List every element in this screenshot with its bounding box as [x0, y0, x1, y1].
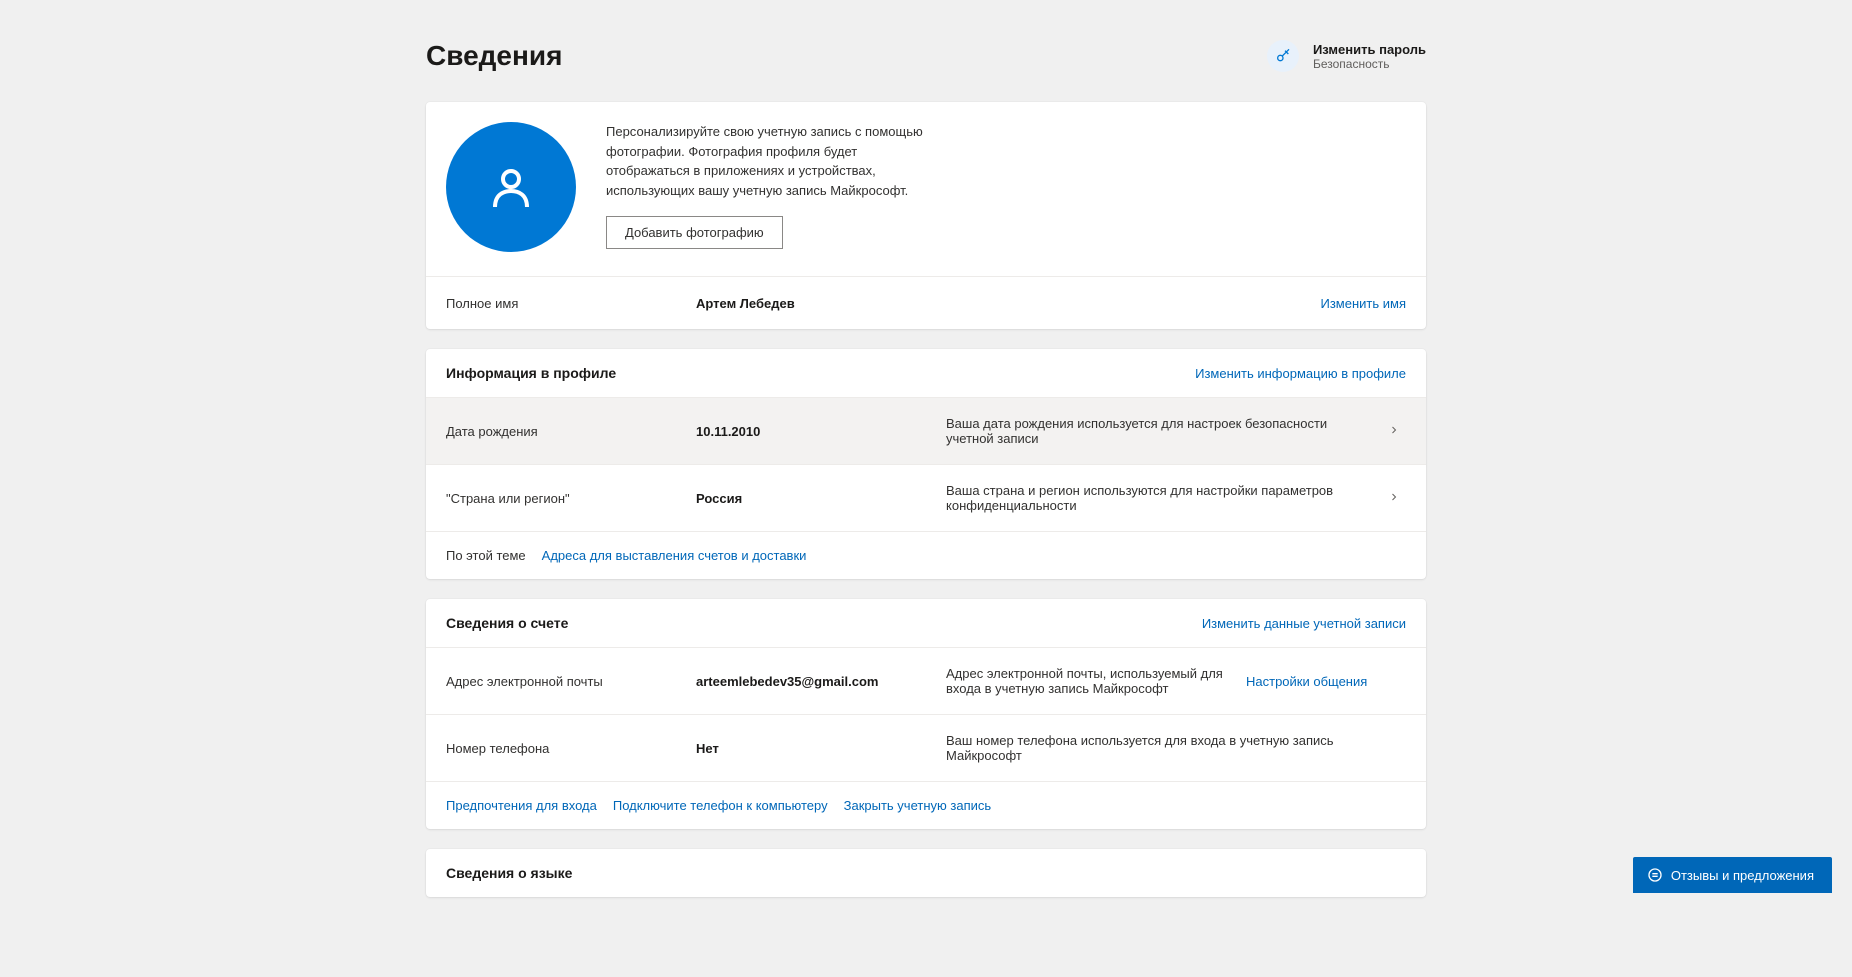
change-password-link[interactable]: Изменить пароль Безопасность	[1267, 40, 1426, 72]
region-row[interactable]: "Страна или регион" Россия Ваша страна и…	[426, 465, 1426, 532]
close-account-link[interactable]: Закрыть учетную запись	[844, 798, 992, 813]
billing-addresses-link[interactable]: Адреса для выставления счетов и доставки	[542, 548, 807, 563]
photo-description: Персонализируйте свою учетную запись с п…	[606, 122, 936, 200]
profile-footer-label: По этой теме	[446, 548, 526, 563]
dob-value: 10.11.2010	[696, 424, 946, 439]
avatar	[446, 122, 576, 252]
email-desc: Адрес электронной почты, используемый дл…	[946, 666, 1246, 696]
phone-label: Номер телефона	[446, 741, 696, 756]
email-value: arteemlebedev35@gmail.com	[696, 674, 946, 689]
profile-info-card: Информация в профиле Изменить информацию…	[426, 349, 1426, 579]
full-name-label: Полное имя	[446, 296, 696, 311]
dob-desc: Ваша дата рождения используется для наст…	[946, 416, 1382, 446]
region-value: Россия	[696, 491, 946, 506]
account-section-title: Сведения о счете	[446, 615, 568, 631]
change-password-subtitle: Безопасность	[1313, 57, 1426, 71]
region-label: "Страна или регион"	[446, 491, 696, 506]
page-title: Сведения	[426, 40, 562, 72]
email-label: Адрес электронной почты	[446, 674, 696, 689]
email-row: Адрес электронной почты arteemlebedev35@…	[426, 648, 1426, 715]
language-section-title: Сведения о языке	[446, 865, 572, 881]
phone-value: Нет	[696, 741, 946, 756]
change-password-title: Изменить пароль	[1313, 42, 1426, 57]
dob-row[interactable]: Дата рождения 10.11.2010 Ваша дата рожде…	[426, 398, 1426, 465]
add-photo-button[interactable]: Добавить фотографию	[606, 216, 783, 249]
phone-desc: Ваш номер телефона используется для вход…	[946, 733, 1406, 763]
edit-name-link[interactable]: Изменить имя	[1321, 296, 1407, 311]
language-card: Сведения о языке	[426, 849, 1426, 897]
key-icon	[1267, 40, 1299, 72]
chevron-right-icon	[1382, 423, 1406, 439]
chat-icon	[1647, 867, 1663, 883]
signin-prefs-link[interactable]: Предпочтения для входа	[446, 798, 597, 813]
dob-label: Дата рождения	[446, 424, 696, 439]
full-name-value: Артем Лебедев	[696, 296, 946, 311]
edit-account-link[interactable]: Изменить данные учетной записи	[1202, 616, 1406, 631]
communication-settings-link[interactable]: Настройки общения	[1246, 674, 1367, 689]
account-info-card: Сведения о счете Изменить данные учетной…	[426, 599, 1426, 829]
person-icon	[487, 163, 535, 211]
chevron-right-icon	[1382, 490, 1406, 506]
profile-section-title: Информация в профиле	[446, 365, 616, 381]
edit-profile-link[interactable]: Изменить информацию в профиле	[1195, 366, 1406, 381]
feedback-label: Отзывы и предложения	[1671, 868, 1814, 883]
profile-photo-card: Персонализируйте свою учетную запись с п…	[426, 102, 1426, 329]
connect-phone-link[interactable]: Подключите телефон к компьютеру	[613, 798, 828, 813]
phone-row: Номер телефона Нет Ваш номер телефона ис…	[426, 715, 1426, 782]
region-desc: Ваша страна и регион используются для на…	[946, 483, 1382, 513]
feedback-button[interactable]: Отзывы и предложения	[1633, 857, 1832, 893]
